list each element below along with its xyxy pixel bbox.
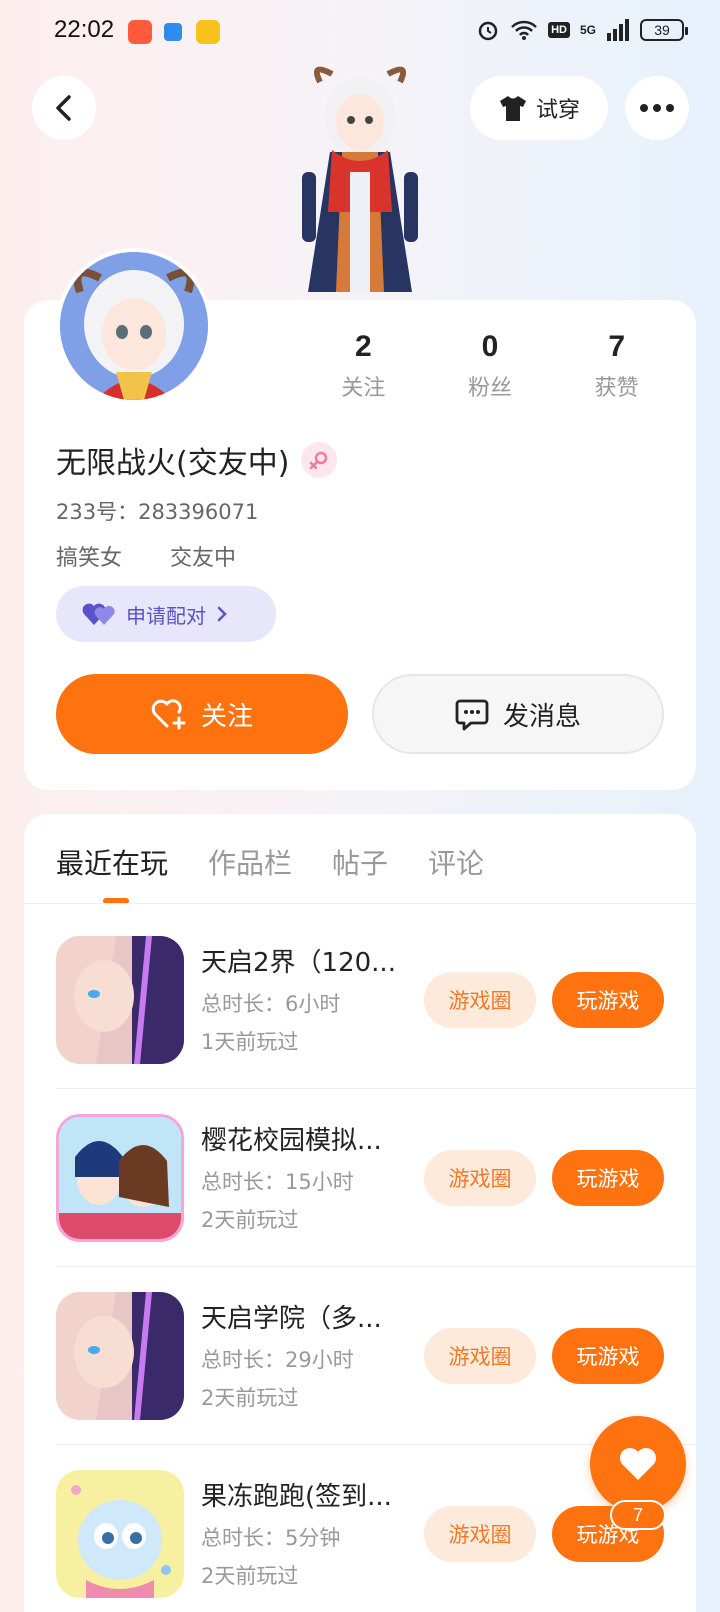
- game-icon: [56, 1470, 184, 1598]
- game-row[interactable]: 天启学院（多... 总时长：29小时 2天前玩过 游戏圈 玩游戏: [56, 1292, 696, 1420]
- game-name: 果冻跑跑(签到...: [201, 1482, 392, 1512]
- network-type: 5G: [579, 23, 596, 37]
- female-gender-icon: [301, 442, 338, 478]
- game-circle-button[interactable]: 游戏圈: [424, 972, 536, 1028]
- follow-button[interactable]: 关注: [56, 674, 348, 754]
- stat-followers[interactable]: 0 粉丝: [427, 330, 554, 402]
- profile-stats: 2 关注 0 粉丝 7 获赞: [300, 330, 680, 402]
- back-button[interactable]: [32, 76, 96, 140]
- request-match-button[interactable]: 申请配对: [56, 586, 276, 642]
- tab-posts[interactable]: 帖子: [332, 842, 388, 882]
- tab-works[interactable]: 作品栏: [208, 842, 292, 882]
- game-circle-button[interactable]: 游戏圈: [424, 1150, 536, 1206]
- stat-label: 关注: [341, 376, 386, 401]
- game-circle-button[interactable]: 游戏圈: [424, 1328, 536, 1384]
- alarm-icon: [478, 21, 498, 41]
- game-icon: [56, 1292, 184, 1420]
- avatar[interactable]: [56, 248, 212, 404]
- avatar-image: [60, 252, 208, 400]
- game-last-played: 2天前玩过: [201, 1564, 299, 1588]
- follow-label: 关注: [200, 701, 253, 732]
- like-count-badge: 7: [610, 1500, 666, 1530]
- chevron-right-icon: [217, 606, 227, 622]
- profile-tags: 搞笑女 交友中: [56, 540, 236, 572]
- game-last-played: 2天前玩过: [201, 1208, 299, 1232]
- game-row[interactable]: 天启2界（120... 总时长：6小时 1天前玩过 游戏圈 玩游戏: [56, 936, 696, 1064]
- game-last-played: 1天前玩过: [201, 1030, 299, 1054]
- game-duration: 总时长：5分钟: [201, 1526, 341, 1550]
- notification-app-icon: [164, 23, 182, 41]
- play-game-button[interactable]: 玩游戏: [552, 1150, 664, 1206]
- user-id: 233号：283396071: [56, 500, 259, 524]
- like-button[interactable]: [590, 1416, 686, 1512]
- divider: [56, 1266, 696, 1267]
- tshirt-icon: [499, 96, 526, 121]
- avatar-character-figure: [302, 66, 418, 292]
- divider: [56, 1088, 696, 1089]
- divider: [24, 903, 696, 904]
- notification-app-icon: [128, 20, 152, 44]
- battery-indicator: 39: [640, 19, 688, 41]
- profile-tabs: 最近在玩 作品栏 帖子 评论: [56, 842, 484, 882]
- game-icon: [56, 1114, 184, 1242]
- request-match-label: 申请配对: [126, 603, 206, 628]
- notification-app-icon: [196, 20, 220, 44]
- status-bar: 22:02 HD 5G 39: [0, 0, 720, 66]
- game-icon: [56, 936, 184, 1064]
- game-duration: 总时长：15小时: [201, 1170, 354, 1194]
- game-name: 樱花校园模拟...: [201, 1126, 382, 1156]
- play-game-button[interactable]: 玩游戏: [552, 972, 664, 1028]
- nickname: 无限战火(交友中): [56, 446, 290, 481]
- play-game-button[interactable]: 玩游戏: [552, 1328, 664, 1384]
- tab-comments[interactable]: 评论: [428, 842, 484, 882]
- chevron-left-icon: [56, 95, 71, 121]
- stat-label: 获赞: [594, 376, 639, 401]
- stat-label: 粉丝: [468, 376, 513, 401]
- heart-icon: [620, 1448, 656, 1480]
- heart-plus-icon: [151, 699, 186, 730]
- try-on-label: 试穿: [535, 98, 580, 123]
- more-dots-icon: [640, 104, 674, 112]
- tab-recently-played[interactable]: 最近在玩: [56, 842, 168, 882]
- stat-number: 2: [354, 330, 372, 363]
- game-duration: 总时长：6小时: [201, 992, 341, 1016]
- stat-following[interactable]: 2 关注: [300, 330, 427, 402]
- chat-bubble-icon: [455, 699, 489, 731]
- wifi-icon: [511, 20, 537, 40]
- nickname-row: 无限战火(交友中): [56, 438, 338, 482]
- stat-likes[interactable]: 7 获赞: [553, 330, 680, 402]
- stat-number: 7: [608, 330, 626, 363]
- heart-pair-icon: [82, 603, 115, 625]
- game-name: 天启2界（120...: [201, 948, 396, 978]
- stat-number: 0: [481, 330, 499, 363]
- status-time: 22:02: [54, 16, 115, 43]
- game-name: 天启学院（多...: [201, 1304, 382, 1334]
- game-last-played: 2天前玩过: [201, 1386, 299, 1410]
- profile-tag: 交友中: [170, 546, 237, 571]
- signal-icon: [607, 19, 629, 41]
- try-on-button[interactable]: 试穿: [470, 76, 608, 140]
- hd-icon: HD: [548, 22, 570, 38]
- game-duration: 总时长：29小时: [201, 1348, 354, 1372]
- send-message-label: 发消息: [502, 701, 581, 732]
- more-button[interactable]: [625, 76, 689, 140]
- profile-tag: 搞笑女: [56, 546, 123, 571]
- game-circle-button[interactable]: 游戏圈: [424, 1506, 536, 1562]
- send-message-button[interactable]: 发消息: [372, 674, 664, 754]
- game-row[interactable]: 樱花校园模拟... 总时长：15小时 2天前玩过 游戏圈 玩游戏: [56, 1114, 696, 1242]
